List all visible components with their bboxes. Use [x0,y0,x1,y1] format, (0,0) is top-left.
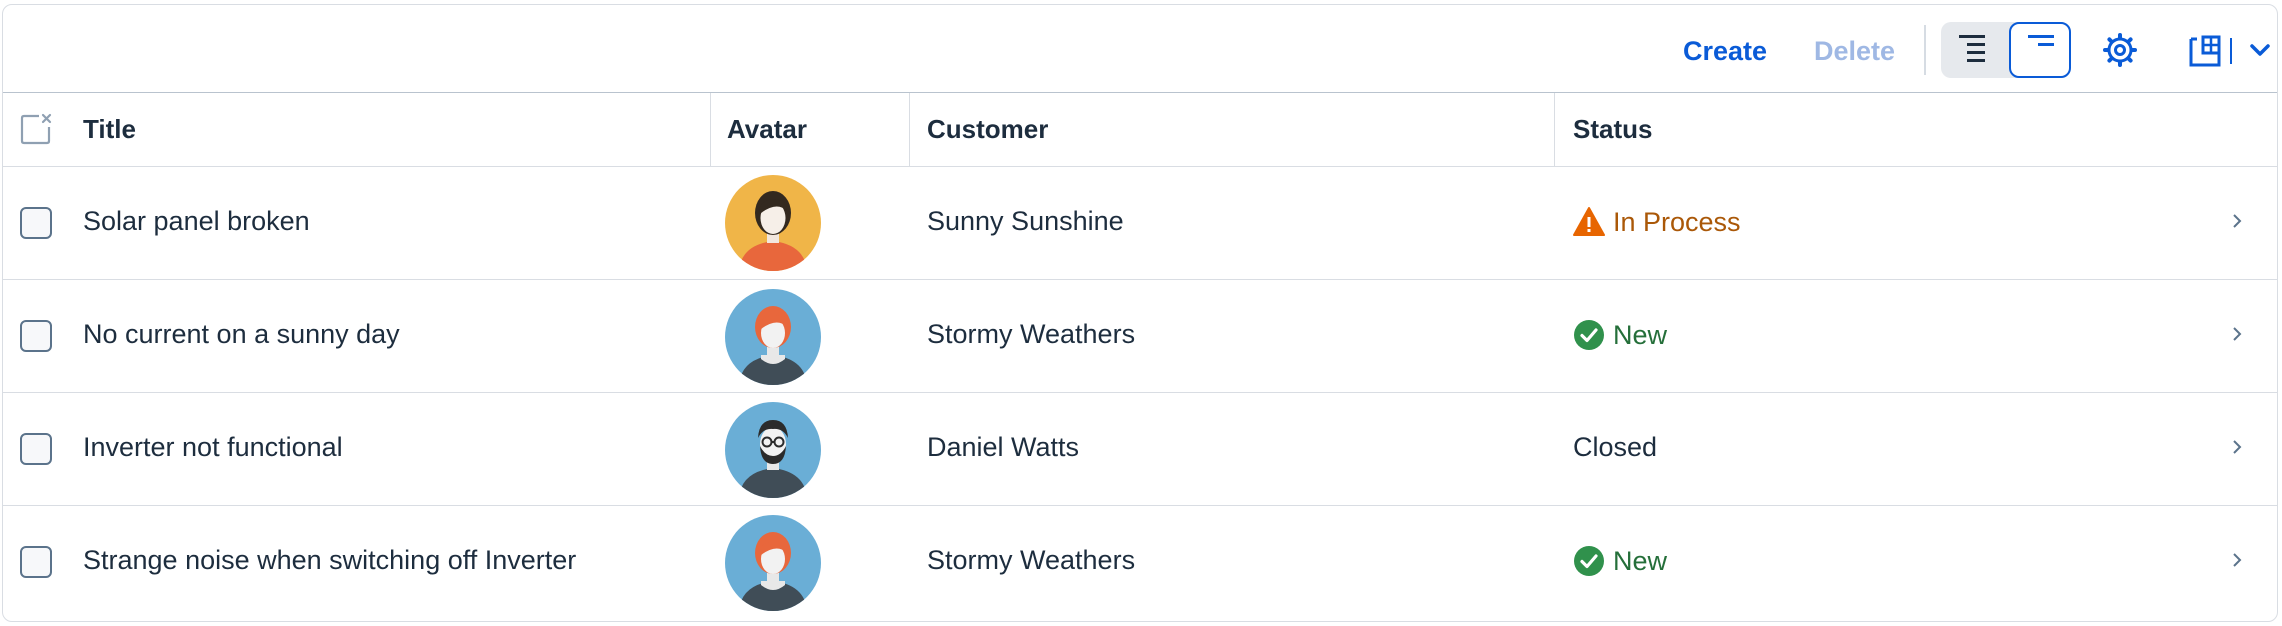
status-badge: New [1573,545,1667,577]
table-header-row: Title Avatar Customer Status [3,92,2277,167]
table-row[interactable]: Solar panel broken Sunny Sunshine In Pro… [3,166,2277,280]
table-row[interactable]: No current on a sunny day Stormy Weather… [3,279,2277,393]
status-badge: In Process [1573,206,1741,238]
row-select-checkbox[interactable] [20,546,52,578]
export-menu-separator [2230,38,2232,64]
list-indent-icon [1959,35,1985,62]
view-toggle-segmented [1941,22,2071,78]
column-separator [909,93,910,166]
row-title: No current on a sunny day [83,319,400,349]
status-badge: New [1573,319,1667,351]
compact-view-toggle[interactable] [2009,22,2071,78]
navigation-chevron-icon[interactable] [2227,437,2247,457]
status-text: Closed [1573,432,1658,462]
table-row[interactable]: Strange noise when switching off Inverte… [3,505,2277,620]
success-check-icon [1574,546,1604,576]
navigation-chevron-icon[interactable] [2227,324,2247,344]
export-spreadsheet-icon [2189,35,2221,67]
clear-selection-icon [20,113,52,145]
column-header-status[interactable]: Status [1573,93,1652,166]
woman-dark-hair-avatar [725,175,821,271]
settings-button[interactable] [2095,25,2145,75]
column-header-avatar[interactable]: Avatar [727,93,807,166]
table-toolbar: Create Delete [3,5,2277,92]
collapse-lines-icon [2028,35,2054,46]
export-button[interactable] [2181,25,2231,75]
navigation-chevron-icon[interactable] [2227,211,2247,231]
row-customer: Daniel Watts [927,432,1080,462]
row-select-checkbox[interactable] [20,433,52,465]
column-separator [1554,93,1555,166]
export-menu-button[interactable] [2243,25,2277,75]
row-select-checkbox[interactable] [20,207,52,239]
status-badge: Closed [1573,432,1657,463]
woman-red-hair-avatar [725,289,821,385]
column-header-customer[interactable]: Customer [927,93,1048,166]
row-customer: Stormy Weathers [927,319,1136,349]
chevron-down-icon [2250,44,2270,56]
table-panel: Create Delete Title Avatar Customer Stat… [2,4,2278,622]
status-text: New [1613,319,1668,350]
delete-button[interactable]: Delete [1808,25,1901,75]
man-beard-glasses-avatar [725,402,821,498]
row-customer: Sunny Sunshine [927,206,1124,236]
status-text: New [1613,545,1668,576]
table-row[interactable]: Inverter not functional Daniel Watts Clo… [3,392,2277,506]
row-title: Strange noise when switching off Inverte… [83,545,577,575]
toolbar-separator [1924,25,1926,75]
success-check-icon [1574,320,1604,350]
warning-icon [1573,207,1605,236]
gear-icon [2103,33,2137,67]
woman-red-hair-avatar [725,515,821,611]
navigation-chevron-icon[interactable] [2227,550,2247,570]
status-text: In Process [1613,206,1741,237]
row-customer: Stormy Weathers [927,545,1136,575]
row-select-checkbox[interactable] [20,320,52,352]
row-title: Inverter not functional [83,432,343,462]
column-header-title[interactable]: Title [83,93,136,166]
list-view-toggle[interactable] [1941,22,2005,78]
clear-selection-button[interactable] [20,113,52,145]
column-separator [710,93,711,166]
row-title: Solar panel broken [83,206,310,236]
create-button[interactable]: Create [1677,25,1773,75]
